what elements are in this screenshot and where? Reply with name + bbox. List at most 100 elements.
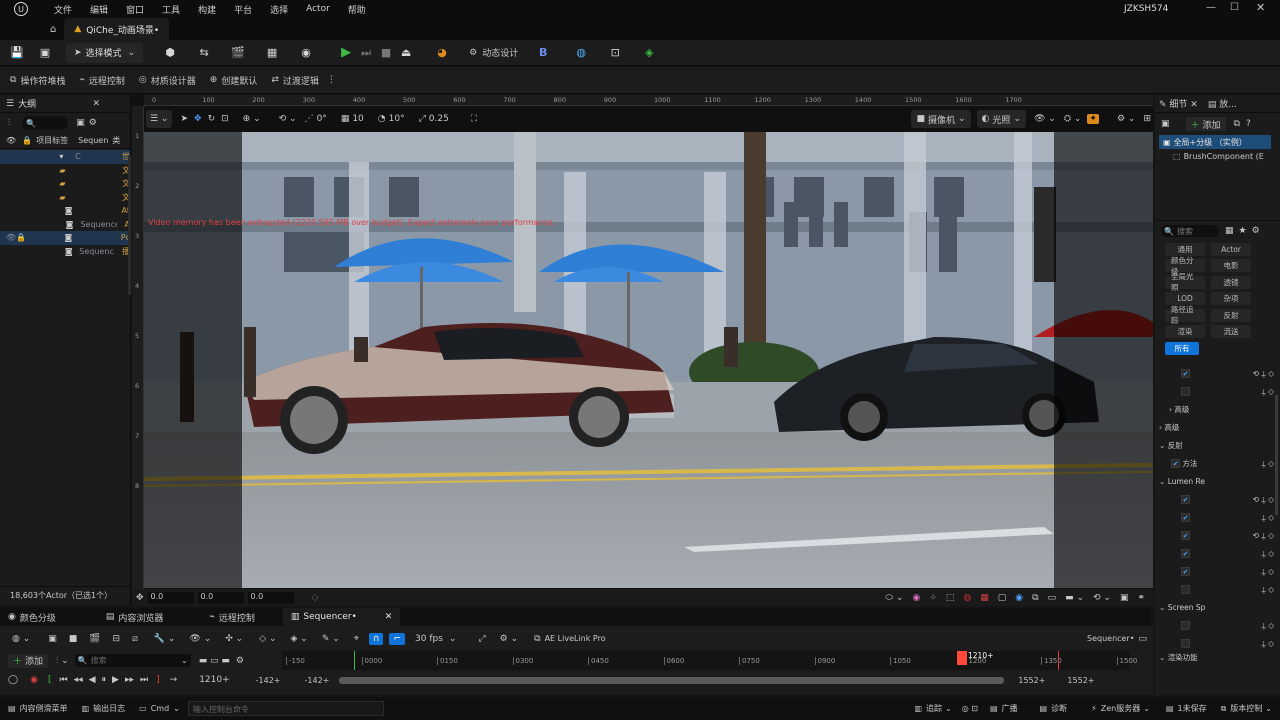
filter-icon[interactable]: ⫶ — [8, 118, 10, 128]
details-search-input[interactable]: 🔍 搜索 — [1161, 225, 1219, 237]
console-input[interactable]: 输入控制台命令 — [187, 701, 384, 716]
blueprint-icon[interactable]: ⇆ — [197, 46, 211, 60]
ledger-icon[interactable]: ⊟ — [113, 634, 121, 644]
coord-field-z[interactable]: 0.0 — [247, 591, 294, 604]
color-wheel-icon[interactable]: ◉ — [912, 593, 920, 603]
record-icon[interactable]: ◯ — [8, 675, 18, 685]
tab-remote-control[interactable]: ⌁ 远程控制 — [201, 608, 262, 626]
current-frame-field[interactable]: 1210+ — [199, 675, 229, 685]
layout-icon[interactable]: ⊞ — [1143, 114, 1151, 124]
tab-sequencer[interactable]: ▥ Sequencer• ✕ — [282, 608, 401, 626]
menu-tools[interactable]: 工具 — [162, 3, 180, 16]
method-reset-icon[interactable]: ⍊ ◇ — [1261, 459, 1274, 469]
filter-button[interactable]: Actor — [1211, 242, 1251, 256]
render-movie-icon[interactable]: 🎬 — [89, 634, 100, 644]
cycle-icon[interactable]: ⟲ ⌄ — [1093, 593, 1111, 603]
playhead[interactable] — [957, 651, 967, 665]
globe-icon[interactable]: ◍ — [574, 46, 588, 60]
livelink-label[interactable]: AE LiveLink Pro — [545, 634, 606, 643]
outliner-row[interactable]: ◙Sequence播 — [0, 245, 130, 259]
snap-frame-icon[interactable]: ⌐ — [389, 632, 406, 645]
key-diamond-icon[interactable]: ◇ ⌄ — [259, 634, 276, 644]
pan-icon[interactable]: ✥ — [136, 593, 144, 603]
details-tab-2[interactable]: ▤ 放... — [1208, 97, 1237, 110]
operator-stack-button[interactable]: ⧉ 操作符堆栈 — [10, 74, 65, 87]
lumen-checkbox-1[interactable]: ✔ — [1181, 495, 1190, 504]
rotation-snap-icon[interactable]: ◔ — [378, 114, 386, 124]
create-default-button[interactable]: ⊕ 创建默认 — [210, 74, 258, 87]
jump-start-icon[interactable]: ⏮ — [59, 675, 67, 685]
checkbox-b[interactable] — [1181, 387, 1190, 396]
outliner-row[interactable]: ▰ 文 — [0, 191, 130, 205]
reset-icon-a[interactable]: ⟲ ⍊ ◇ — [1253, 369, 1274, 379]
select-icon[interactable]: ➤ — [180, 114, 188, 124]
filter-button[interactable]: 路径追踪 — [1165, 305, 1205, 325]
auto-key-icon[interactable]: ⌖ — [354, 634, 359, 644]
unsaved-button[interactable]: ▤ 1未保存 — [1166, 703, 1207, 714]
key-all-icon[interactable]: ◈ ⌄ — [291, 634, 308, 644]
outliner-row[interactable]: ▰ 文 — [0, 164, 130, 178]
content-icon[interactable]: ▣ — [38, 46, 52, 60]
outliner-row[interactable]: ◙SequenceA — [0, 218, 130, 232]
details-tab[interactable]: ✎ 细节 ✕ — [1159, 97, 1198, 110]
add-actor-icon[interactable]: ⬢ — [163, 46, 177, 60]
world-sphere-icon[interactable]: ◍ ⌄ — [12, 634, 30, 644]
lumen-checkbox-4[interactable]: ✔ — [1181, 549, 1190, 558]
sequence-name[interactable]: Sequencer• — [1087, 634, 1134, 643]
menu-actor[interactable]: Actor — [306, 4, 330, 14]
step-icon[interactable]: ⏭ — [359, 46, 373, 60]
filter-button[interactable]: 杂项 — [1211, 292, 1251, 306]
play-reverse-icon[interactable]: ⏸ — [102, 675, 107, 685]
selected-actor-row[interactable]: ▣ 全局+分级 （实例） — [1159, 135, 1271, 149]
lumen-checkbox-2[interactable]: ✔ — [1181, 513, 1190, 522]
viewport-settings-icon[interactable]: ⚙ ⌄ — [1117, 114, 1135, 124]
scale-snap-icon[interactable]: ⤢ — [419, 114, 426, 124]
mode-selector[interactable]: ➤ 选择模式 ⌄ — [66, 42, 144, 63]
star-icon[interactable]: ★ — [1239, 226, 1247, 236]
source-control-icon[interactable]: ◈ — [642, 46, 656, 60]
visibility-icon[interactable]: 👁 — [6, 136, 16, 145]
lumen-section[interactable]: ⌄ Lumen Re — [1155, 473, 1280, 491]
layers2-icon[interactable]: ⧉ — [1032, 593, 1038, 603]
playback-start-marker[interactable] — [354, 651, 355, 670]
tab-content-browser[interactable]: ▤ 内容浏览器 — [98, 608, 172, 626]
scale-icon[interactable]: ⊡ — [221, 114, 229, 124]
details-settings-icon[interactable]: ⚙ — [1252, 226, 1260, 236]
bracket-start-icon[interactable]: [ — [48, 675, 52, 685]
outliner-row[interactable]: ▰ 文 — [0, 177, 130, 191]
pencil-icon[interactable]: ✎ ⌄ — [322, 634, 340, 644]
seq-settings-icon[interactable]: ⚙ ⌄ — [500, 634, 518, 644]
eject-icon[interactable]: ⏏ — [399, 46, 413, 60]
scale-snap-value[interactable]: 0.25 — [429, 114, 449, 124]
rotation-snap-value[interactable]: 10° — [389, 114, 405, 124]
outliner-row[interactable]: 👁 🔒 ◙ Pc — [0, 231, 130, 245]
filter-button[interactable]: 电影 — [1211, 259, 1251, 273]
work-end-field[interactable]: 1552+ — [1018, 676, 1045, 685]
blueprint-b-icon[interactable]: B — [536, 46, 550, 60]
lumen-reset-3[interactable]: ⟲ ⍊ ◇ — [1253, 531, 1274, 541]
platforms-icon[interactable]: ▦ — [265, 46, 279, 60]
minimize-icon[interactable]: — — [1206, 2, 1216, 13]
filter-red-icon[interactable]: ◍ — [963, 593, 971, 603]
save-seq-icon[interactable]: ▣ — [48, 634, 57, 644]
screen-reset-1[interactable]: ⍊ ◇ — [1261, 621, 1274, 631]
unreal-logo-icon[interactable]: U — [14, 2, 28, 16]
menu-window[interactable]: 窗口 — [126, 3, 144, 16]
transition-logic-button[interactable]: ⇄ 过渡逻辑 — [271, 74, 319, 87]
lumen-reset-1[interactable]: ⟲ ⍊ ◇ — [1253, 495, 1274, 505]
prev-frame-icon[interactable]: ◀ — [89, 675, 96, 685]
realtime-icon[interactable]: ✦ — [1087, 114, 1099, 124]
filter-button[interactable]: 反射 — [1211, 308, 1251, 322]
viewport-options-button[interactable]: ☰ ⌄ — [146, 110, 173, 128]
livelink-icon[interactable]: ⧉ — [534, 634, 540, 644]
lock-icon[interactable]: 🔒 — [22, 136, 32, 145]
save-icon[interactable]: 💾 — [10, 46, 24, 60]
content-drawer-button[interactable]: ▤ 内容侧滑菜单 — [8, 703, 68, 714]
zen-server-button[interactable]: ⚡ Zen服务器 ⌄ — [1091, 703, 1150, 714]
folder-add-icon[interactable]: ▣ — [76, 118, 85, 128]
snap-icon[interactable]: ⬚ — [946, 593, 955, 603]
perf-icon[interactable]: ⛭ ⌄ — [1064, 114, 1082, 124]
frame-icon[interactable]: ▢ — [998, 593, 1007, 603]
camera-seq-icon[interactable]: ■ — [69, 634, 78, 644]
grid-snap-value[interactable]: 0° — [317, 114, 327, 124]
